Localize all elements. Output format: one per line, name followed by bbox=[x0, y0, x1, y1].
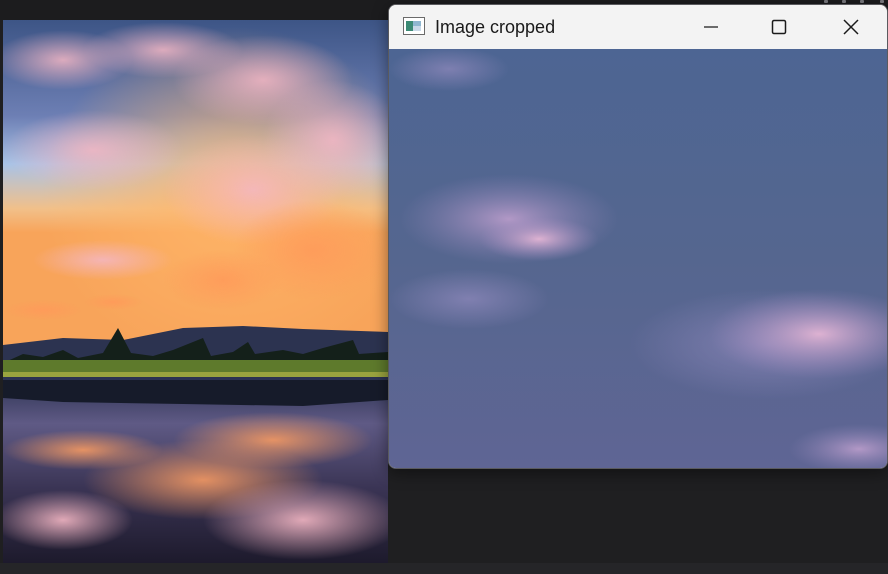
image-cropped-window[interactable]: Image cropped bbox=[388, 4, 888, 469]
cropped-image bbox=[389, 49, 887, 468]
minimize-icon bbox=[704, 26, 718, 28]
maximize-icon bbox=[771, 19, 787, 35]
window-title: Image cropped bbox=[435, 17, 556, 37]
minimize-button[interactable] bbox=[677, 5, 745, 49]
source-image bbox=[3, 20, 388, 563]
window-titlebar[interactable]: Image cropped bbox=[389, 5, 887, 49]
maximize-button[interactable] bbox=[745, 5, 813, 49]
taskbar-edge bbox=[0, 563, 888, 574]
close-button[interactable] bbox=[817, 5, 885, 49]
image-app-icon bbox=[403, 17, 425, 35]
close-icon bbox=[843, 19, 859, 35]
